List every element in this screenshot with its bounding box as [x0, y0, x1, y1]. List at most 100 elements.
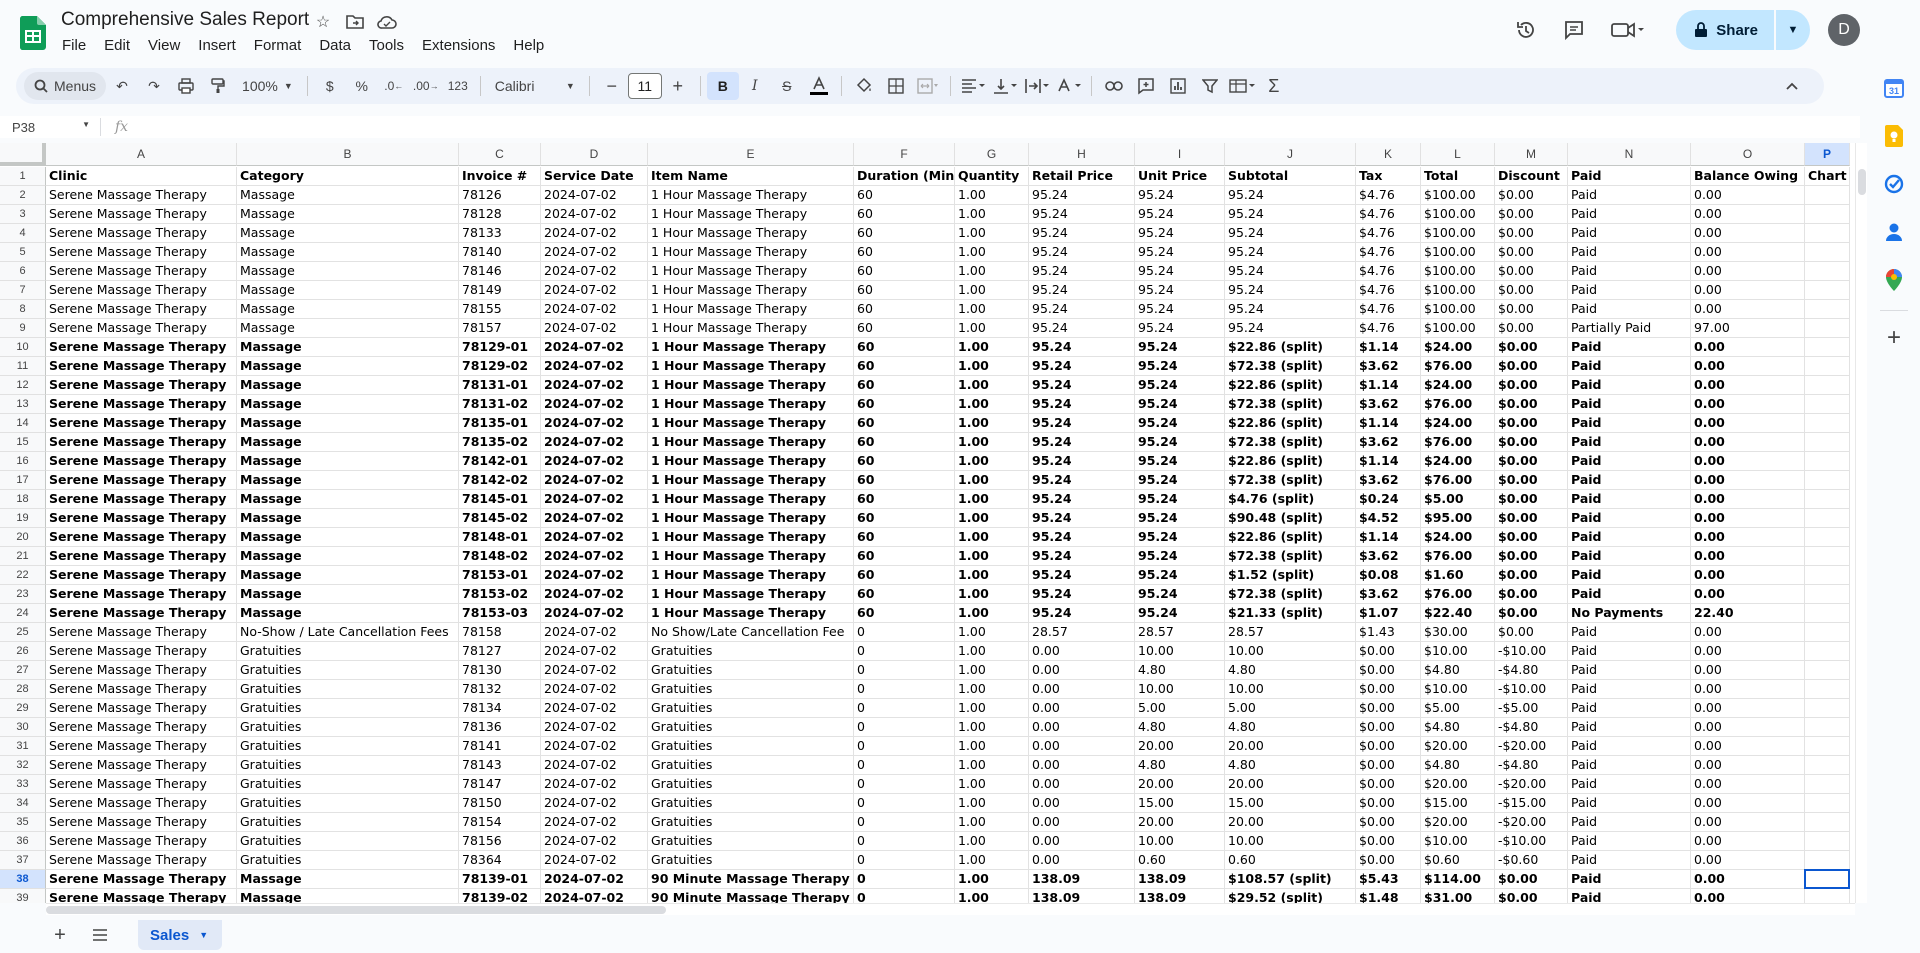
- cell-d10[interactable]: 2024-07-02: [541, 338, 648, 357]
- cell-k21[interactable]: $3.62: [1356, 547, 1421, 566]
- cell-p12[interactable]: [1805, 376, 1850, 395]
- cell-g8[interactable]: 1.00: [955, 300, 1029, 319]
- cell-p4[interactable]: [1805, 224, 1850, 243]
- cell-c20[interactable]: 78148-01: [459, 528, 541, 547]
- cell-c39[interactable]: 78139-02: [459, 889, 541, 903]
- cell-n2[interactable]: Paid: [1568, 186, 1691, 205]
- cell-j28[interactable]: 10.00: [1225, 680, 1356, 699]
- cell-e27[interactable]: Gratuities: [648, 661, 854, 680]
- cell-m16[interactable]: $0.00: [1495, 452, 1568, 471]
- cell-d20[interactable]: 2024-07-02: [541, 528, 648, 547]
- cell-e4[interactable]: 1 Hour Massage Therapy: [648, 224, 854, 243]
- column-header-l[interactable]: L: [1421, 143, 1495, 166]
- cell-d1[interactable]: Service Date: [541, 167, 648, 186]
- cell-l16[interactable]: $24.00: [1421, 452, 1495, 471]
- cell-j30[interactable]: 4.80: [1225, 718, 1356, 737]
- cell-p39[interactable]: [1805, 889, 1850, 903]
- cell-j32[interactable]: 4.80: [1225, 756, 1356, 775]
- cell-e36[interactable]: Gratuities: [648, 832, 854, 851]
- cell-j18[interactable]: $4.76 (split): [1225, 490, 1356, 509]
- cell-i5[interactable]: 95.24: [1135, 243, 1225, 262]
- cell-f16[interactable]: 60: [854, 452, 955, 471]
- cell-o17[interactable]: 0.00: [1691, 471, 1805, 490]
- cell-h21[interactable]: 95.24: [1029, 547, 1135, 566]
- cell-p11[interactable]: [1805, 357, 1850, 376]
- cell-n1[interactable]: Paid: [1568, 167, 1691, 186]
- cell-f14[interactable]: 60: [854, 414, 955, 433]
- cell-d12[interactable]: 2024-07-02: [541, 376, 648, 395]
- cell-g37[interactable]: 1.00: [955, 851, 1029, 870]
- cell-j15[interactable]: $72.38 (split): [1225, 433, 1356, 452]
- cell-g24[interactable]: 1.00: [955, 604, 1029, 623]
- cell-c6[interactable]: 78146: [459, 262, 541, 281]
- cell-n18[interactable]: Paid: [1568, 490, 1691, 509]
- font-size-input[interactable]: 11: [627, 73, 662, 99]
- cell-a5[interactable]: Serene Massage Therapy: [46, 243, 237, 262]
- all-sheets-button[interactable]: [82, 921, 118, 949]
- cell-l25[interactable]: $30.00: [1421, 623, 1495, 642]
- cell-f1[interactable]: Duration (Min): [854, 167, 955, 186]
- cell-k29[interactable]: $0.00: [1356, 699, 1421, 718]
- row-header[interactable]: 7: [0, 281, 46, 300]
- cell-l5[interactable]: $100.00: [1421, 243, 1495, 262]
- cell-e12[interactable]: 1 Hour Massage Therapy: [648, 376, 854, 395]
- cell-c14[interactable]: 78135-01: [459, 414, 541, 433]
- cell-c24[interactable]: 78153-03: [459, 604, 541, 623]
- cell-h3[interactable]: 95.24: [1029, 205, 1135, 224]
- row-header[interactable]: 22: [0, 566, 46, 585]
- cell-o9[interactable]: 97.00: [1691, 319, 1805, 338]
- cell-f28[interactable]: 0: [854, 680, 955, 699]
- cell-i37[interactable]: 0.60: [1135, 851, 1225, 870]
- cell-e5[interactable]: 1 Hour Massage Therapy: [648, 243, 854, 262]
- cell-b21[interactable]: Massage: [237, 547, 459, 566]
- cell-j33[interactable]: 20.00: [1225, 775, 1356, 794]
- cell-f13[interactable]: 60: [854, 395, 955, 414]
- cell-m17[interactable]: $0.00: [1495, 471, 1568, 490]
- cell-b29[interactable]: Gratuities: [237, 699, 459, 718]
- cell-k37[interactable]: $0.00: [1356, 851, 1421, 870]
- borders-icon[interactable]: [880, 72, 912, 100]
- cell-a8[interactable]: Serene Massage Therapy: [46, 300, 237, 319]
- cell-h8[interactable]: 95.24: [1029, 300, 1135, 319]
- cell-k26[interactable]: $0.00: [1356, 642, 1421, 661]
- cell-g28[interactable]: 1.00: [955, 680, 1029, 699]
- select-all-corner[interactable]: [0, 143, 46, 166]
- cell-g25[interactable]: 1.00: [955, 623, 1029, 642]
- cell-f22[interactable]: 60: [854, 566, 955, 585]
- cell-d21[interactable]: 2024-07-02: [541, 547, 648, 566]
- cell-n38[interactable]: Paid: [1568, 870, 1691, 889]
- cell-d2[interactable]: 2024-07-02: [541, 186, 648, 205]
- cell-o16[interactable]: 0.00: [1691, 452, 1805, 471]
- cell-i35[interactable]: 20.00: [1135, 813, 1225, 832]
- horizontal-scroll-thumb[interactable]: [46, 906, 666, 914]
- cell-i38[interactable]: 138.09: [1135, 870, 1225, 889]
- cell-a28[interactable]: Serene Massage Therapy: [46, 680, 237, 699]
- cell-o11[interactable]: 0.00: [1691, 357, 1805, 376]
- cell-h39[interactable]: 138.09: [1029, 889, 1135, 903]
- cell-f9[interactable]: 60: [854, 319, 955, 338]
- cell-b3[interactable]: Massage: [237, 205, 459, 224]
- cell-n27[interactable]: Paid: [1568, 661, 1691, 680]
- cell-m18[interactable]: $0.00: [1495, 490, 1568, 509]
- cell-i1[interactable]: Unit Price: [1135, 167, 1225, 186]
- cell-m39[interactable]: $0.00: [1495, 889, 1568, 903]
- cell-b4[interactable]: Massage: [237, 224, 459, 243]
- cell-k34[interactable]: $0.00: [1356, 794, 1421, 813]
- cell-n13[interactable]: Paid: [1568, 395, 1691, 414]
- cell-a33[interactable]: Serene Massage Therapy: [46, 775, 237, 794]
- cell-f35[interactable]: 0: [854, 813, 955, 832]
- cell-n29[interactable]: Paid: [1568, 699, 1691, 718]
- cell-c19[interactable]: 78145-02: [459, 509, 541, 528]
- cell-g18[interactable]: 1.00: [955, 490, 1029, 509]
- row-header[interactable]: 17: [0, 471, 46, 490]
- cell-m33[interactable]: -$20.00: [1495, 775, 1568, 794]
- column-header-e[interactable]: E: [648, 143, 854, 166]
- row-header[interactable]: 38: [0, 870, 46, 889]
- column-header-g[interactable]: G: [955, 143, 1029, 166]
- italic-button[interactable]: I: [739, 72, 771, 100]
- cell-f17[interactable]: 60: [854, 471, 955, 490]
- cell-l34[interactable]: $15.00: [1421, 794, 1495, 813]
- cell-i33[interactable]: 20.00: [1135, 775, 1225, 794]
- cell-o37[interactable]: 0.00: [1691, 851, 1805, 870]
- cell-o7[interactable]: 0.00: [1691, 281, 1805, 300]
